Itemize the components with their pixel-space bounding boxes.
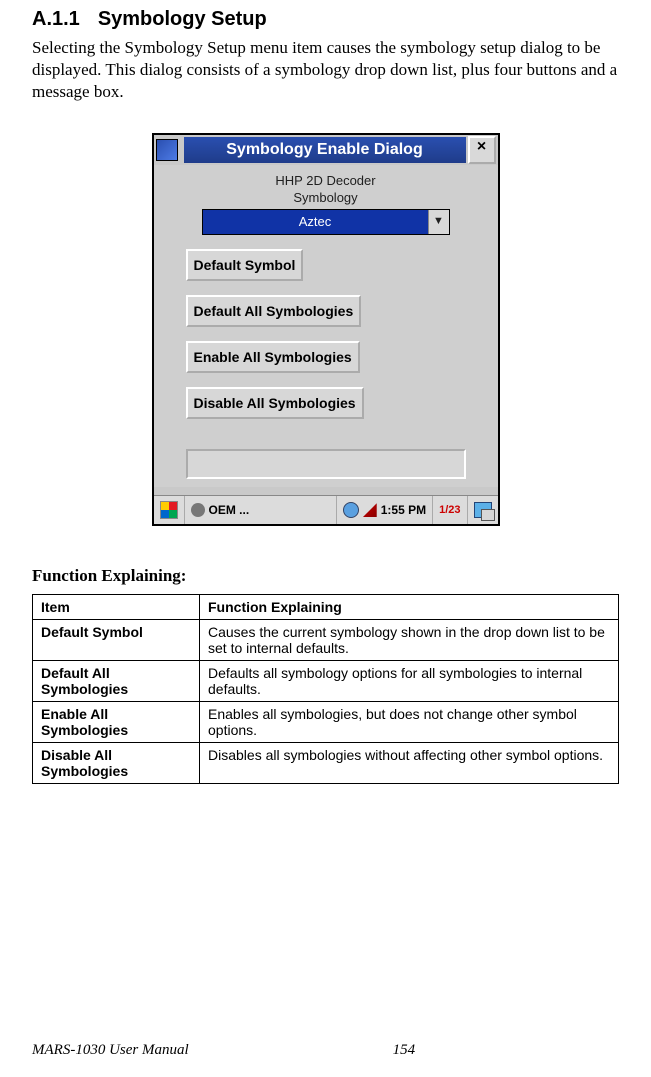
cell-item: Default All Symbologies — [33, 661, 200, 702]
section-title: Symbology Setup — [98, 8, 267, 30]
cell-desc: Disables all symbologies without affecti… — [200, 743, 619, 784]
taskbar-task[interactable]: OEM ... — [185, 496, 337, 524]
function-explaining-heading: Function Explaining: — [32, 566, 619, 586]
cell-desc: Defaults all symbology options for all s… — [200, 661, 619, 702]
page-footer: MARS-1030 User Manual 154 — [0, 1042, 651, 1059]
symbology-dropdown[interactable]: Aztec ▼ — [202, 209, 450, 235]
dialog-client-area: HHP 2D Decoder Symbology Aztec ▼ Default… — [154, 165, 498, 487]
windows-flag-icon — [160, 501, 178, 519]
symbology-dropdown-value: Aztec — [203, 210, 428, 234]
calendar-icon: 1/23 — [439, 504, 460, 516]
programs-button[interactable] — [468, 496, 498, 524]
task-icon — [191, 503, 205, 517]
table-row: Enable All Symbologies Enables all symbo… — [33, 702, 619, 743]
header-item: Item — [33, 595, 200, 620]
titlebar: Symbology Enable Dialog × — [154, 135, 498, 165]
symbology-label: Symbology — [162, 190, 490, 205]
table-row: Default Symbol Causes the current symbol… — [33, 620, 619, 661]
dialog-figure: Symbology Enable Dialog × HHP 2D Decoder… — [32, 133, 619, 526]
section-number: A.1.1 — [32, 8, 80, 30]
signal-icon — [363, 503, 377, 517]
header-desc: Function Explaining — [200, 595, 619, 620]
system-icon — [156, 139, 178, 161]
cell-item: Disable All Symbologies — [33, 743, 200, 784]
cell-item: Enable All Symbologies — [33, 702, 200, 743]
tray-area[interactable]: 1:55 PM — [337, 496, 433, 524]
intro-paragraph: Selecting the Symbology Setup menu item … — [32, 37, 619, 103]
table-row: Default All Symbologies Defaults all sym… — [33, 661, 619, 702]
default-symbol-button[interactable]: Default Symbol — [186, 249, 304, 281]
close-icon: × — [477, 138, 486, 155]
cell-item: Default Symbol — [33, 620, 200, 661]
close-button[interactable]: × — [468, 136, 496, 164]
chevron-down-icon: ▼ — [428, 210, 449, 234]
footer-manual-title: MARS-1030 User Manual — [32, 1042, 189, 1059]
message-box — [186, 449, 466, 479]
clock-label: 1:55 PM — [381, 503, 426, 517]
cell-desc: Enables all symbologies, but does not ch… — [200, 702, 619, 743]
function-table: Item Function Explaining Default Symbol … — [32, 594, 619, 784]
default-all-button[interactable]: Default All Symbologies — [186, 295, 362, 327]
table-row: Disable All Symbologies Disables all sym… — [33, 743, 619, 784]
disable-all-button[interactable]: Disable All Symbologies — [186, 387, 364, 419]
section-heading: A.1.1 Symbology Setup — [32, 8, 619, 31]
start-button[interactable] — [154, 496, 185, 524]
enable-all-button[interactable]: Enable All Symbologies — [186, 341, 360, 373]
table-header-row: Item Function Explaining — [33, 595, 619, 620]
window-title: Symbology Enable Dialog — [184, 137, 466, 163]
calendar-button[interactable]: 1/23 — [433, 496, 467, 524]
cell-desc: Causes the current symbology shown in th… — [200, 620, 619, 661]
network-icon — [343, 502, 359, 518]
programs-icon — [474, 502, 492, 518]
taskbar: OEM ... 1:55 PM 1/23 — [154, 495, 498, 524]
dialog-window: Symbology Enable Dialog × HHP 2D Decoder… — [152, 133, 500, 526]
app-header-label: HHP 2D Decoder — [162, 173, 490, 188]
task-label: OEM ... — [209, 503, 250, 517]
